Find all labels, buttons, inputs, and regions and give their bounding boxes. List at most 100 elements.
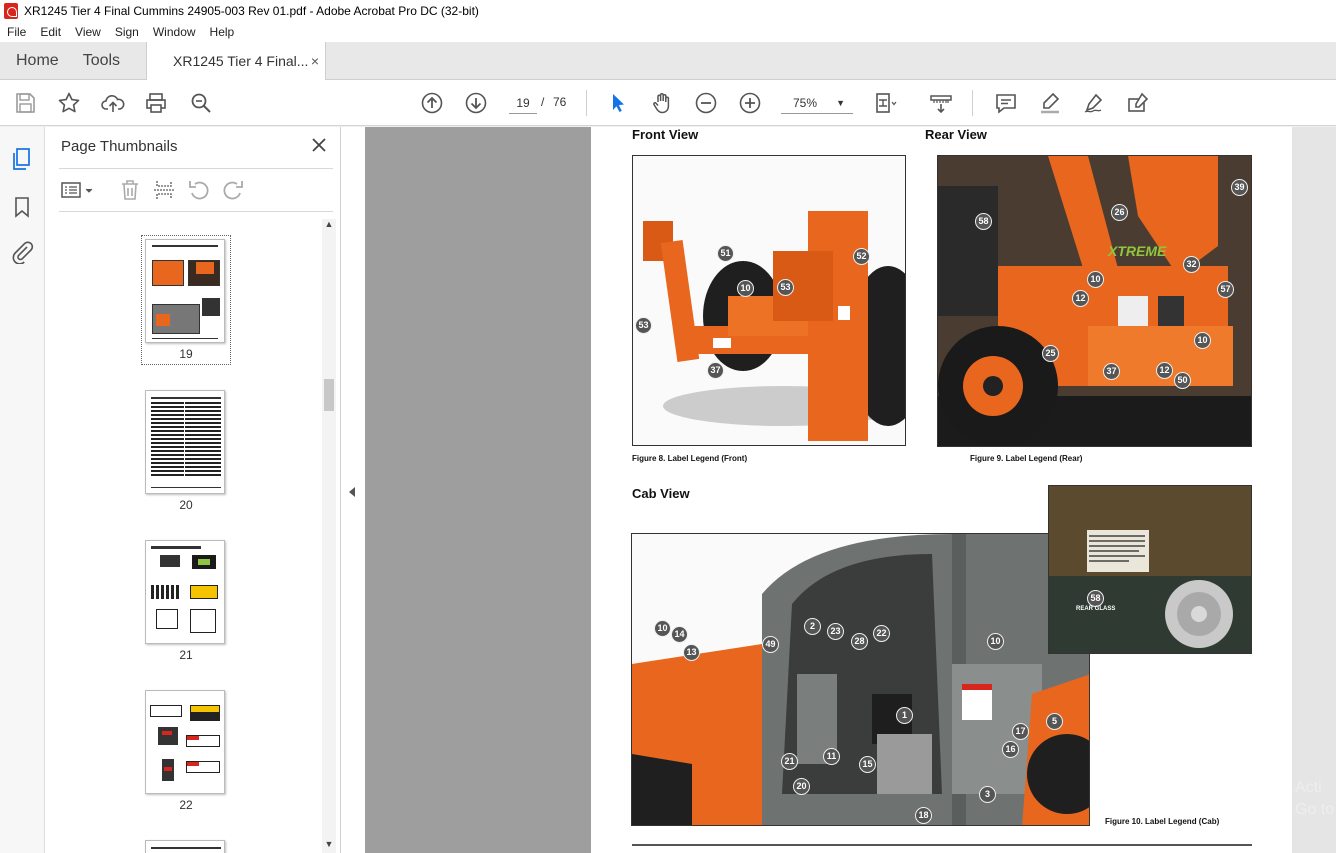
menu-file[interactable]: File — [0, 25, 33, 39]
zoom-out-icon[interactable] — [694, 91, 718, 115]
scroll-up-icon[interactable]: ▲ — [322, 219, 336, 233]
panel-divider — [59, 211, 333, 212]
toolbar-divider — [586, 90, 587, 116]
cab-callout: 28 — [851, 633, 868, 650]
save-icon[interactable] — [13, 91, 37, 115]
front-callout: 37 — [707, 362, 724, 379]
comment-icon[interactable] — [994, 91, 1018, 115]
rear-view-title: Rear View — [925, 127, 987, 142]
tab-bar: Home Tools XR1245 Tier 4 Final... × — [0, 42, 1336, 80]
front-view-photo: 51 52 10 53 53 37 — [632, 155, 906, 446]
panel-divider — [59, 168, 333, 169]
highlight-icon[interactable] — [1038, 91, 1062, 115]
rear-callout: 10 — [1194, 332, 1211, 349]
print-icon[interactable] — [144, 91, 168, 115]
thumbnail-page-19[interactable]: 19 — [141, 235, 231, 365]
menu-view[interactable]: View — [68, 25, 108, 39]
right-margin — [1292, 127, 1336, 853]
tab-document-label: XR1245 Tier 4 Final... — [173, 53, 309, 69]
main-toolbar: 19 / 76 75% ▼ — [0, 80, 1336, 126]
cab-callout: 23 — [827, 623, 844, 640]
scroll-mode-icon[interactable] — [929, 91, 953, 115]
extract-pages-icon[interactable] — [152, 178, 176, 202]
svg-text:XTREME: XTREME — [1107, 243, 1167, 259]
cab-callout: 2 — [804, 618, 821, 635]
bookmark-star-icon[interactable] — [57, 91, 81, 115]
page-fit-icon[interactable] — [873, 91, 897, 115]
thumbnail-page-number: 21 — [179, 648, 193, 662]
cab-callout: 22 — [873, 625, 890, 642]
tab-home[interactable]: Home — [0, 42, 73, 79]
thumbnail-panel: Page Thumbnails 19 20 21 22 ▲ ▼ — [45, 127, 341, 853]
collapse-panel-icon[interactable] — [349, 487, 355, 497]
document-view[interactable]: Front View 51 52 10 53 53 37 Figure 8. L… — [365, 127, 1336, 853]
scroll-down-icon[interactable]: ▼ — [322, 839, 336, 853]
cab-view-title: Cab View — [632, 486, 690, 501]
thumbnail-image — [145, 239, 225, 343]
pdf-page: Front View 51 52 10 53 53 37 Figure 8. L… — [591, 127, 1292, 853]
rear-callout: 26 — [1111, 204, 1128, 221]
close-tab-icon[interactable]: × — [311, 53, 319, 69]
figure-9-caption: Figure 9. Label Legend (Rear) — [970, 454, 1083, 463]
menu-help[interactable]: Help — [203, 25, 242, 39]
rear-callout: 12 — [1156, 362, 1173, 379]
thumbnail-options-menu[interactable] — [59, 178, 97, 202]
thumbnail-scrollbar[interactable]: ▲ ▼ — [322, 219, 336, 853]
upload-icon[interactable] — [101, 91, 125, 115]
close-panel-icon[interactable] — [309, 135, 329, 155]
page-separator: / — [541, 95, 545, 109]
select-cursor-icon[interactable] — [606, 91, 630, 115]
rear-callout: 57 — [1217, 281, 1234, 298]
attachment-icon[interactable] — [10, 240, 34, 264]
rear-glass-photo: 58 REAR GLASS — [1048, 485, 1252, 654]
menu-window[interactable]: Window — [146, 25, 203, 39]
front-view-title: Front View — [632, 127, 699, 142]
cab-callout: 18 — [915, 807, 932, 824]
zoom-in-icon[interactable] — [738, 91, 762, 115]
fill-sign-icon[interactable] — [1126, 91, 1150, 115]
cab-callout: 5 — [1046, 713, 1063, 730]
menu-sign[interactable]: Sign — [108, 25, 146, 39]
cab-callout: 10 — [654, 620, 671, 637]
navigation-rail — [0, 127, 45, 853]
thumbnail-page-number: 20 — [179, 498, 193, 512]
menu-edit[interactable]: Edit — [33, 25, 68, 39]
menu-bar: File Edit View Sign Window Help — [0, 22, 1336, 42]
rear-callout: 39 — [1231, 179, 1248, 196]
rear-callout: 32 — [1183, 256, 1200, 273]
thumbnail-page-21[interactable]: 21 — [145, 540, 227, 662]
rear-callout: 37 — [1103, 363, 1120, 380]
delete-page-icon[interactable] — [118, 178, 142, 202]
tab-document[interactable]: XR1245 Tier 4 Final... × — [146, 42, 327, 80]
front-callout: 53 — [635, 317, 652, 334]
zoom-search-icon[interactable] — [189, 91, 213, 115]
thumbnail-page-number: 22 — [179, 798, 193, 812]
thumbnail-page-22[interactable]: 22 — [145, 690, 227, 812]
scrollbar-thumb[interactable] — [324, 379, 334, 411]
page-down-icon[interactable] — [464, 91, 488, 115]
sign-icon[interactable] — [1082, 91, 1106, 115]
rear-callout: 12 — [1072, 290, 1089, 307]
title-bar: XR1245 Tier 4 Final Cummins 24905-003 Re… — [0, 0, 1336, 22]
rear-view-photo: XTREME 39 26 58 32 10 57 12 10 25 37 12 … — [937, 155, 1252, 447]
bookmark-icon[interactable] — [10, 195, 34, 219]
thumbnail-page-20[interactable]: 20 — [145, 390, 227, 512]
page-up-icon[interactable] — [420, 91, 444, 115]
hand-tool-icon[interactable] — [650, 91, 674, 115]
panel-splitter[interactable] — [341, 127, 365, 853]
acrobat-logo-icon — [4, 3, 18, 19]
thumbnail-image — [145, 540, 225, 644]
page-thumbnails-icon[interactable] — [10, 147, 34, 171]
page-number-input[interactable]: 19 — [509, 92, 537, 114]
front-callout: 52 — [853, 248, 870, 265]
panel-title: Page Thumbnails — [61, 138, 178, 155]
window-title: XR1245 Tier 4 Final Cummins 24905-003 Re… — [24, 4, 479, 18]
zoom-level-select[interactable]: 75% ▼ — [781, 92, 853, 114]
zoom-level-value: 75% — [793, 96, 818, 110]
thumbnail-page-23[interactable] — [145, 840, 227, 853]
rotate-right-icon[interactable] — [221, 178, 245, 202]
cab-callout: 20 — [793, 778, 810, 795]
figure-10-caption: Figure 10. Label Legend (Cab) — [1105, 817, 1220, 826]
tab-tools[interactable]: Tools — [73, 42, 134, 79]
rotate-left-icon[interactable] — [187, 178, 211, 202]
